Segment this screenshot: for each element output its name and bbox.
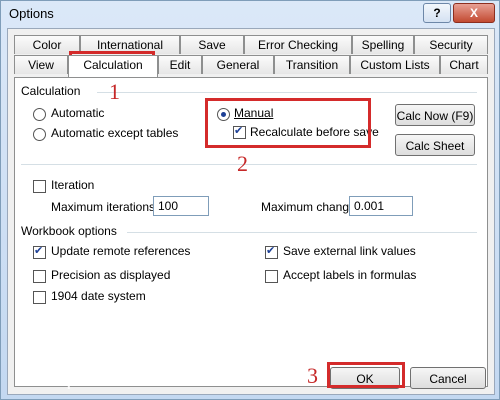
calc-now-button[interactable]: Calc Now (F9) (395, 104, 475, 126)
precision-as-displayed-checkbox[interactable] (33, 270, 46, 283)
divider (21, 164, 477, 165)
watermark-logo: Taimienphi.vn (15, 373, 109, 389)
max-iterations-label: Maximum iterations: (51, 200, 159, 214)
max-iterations-input[interactable]: 100 (153, 196, 209, 216)
calc-sheet-button[interactable]: Calc Sheet (395, 134, 475, 156)
help-button[interactable]: ? (423, 3, 451, 23)
tab-view[interactable]: View (14, 55, 68, 74)
accept-labels-in-formulas-checkbox[interactable] (265, 270, 278, 283)
workbook-options-section-label: Workbook options (21, 224, 117, 238)
divider (127, 232, 477, 233)
tab-edit[interactable]: Edit (158, 55, 202, 74)
window-title: Options (9, 6, 54, 21)
cancel-button[interactable]: Cancel (410, 367, 486, 389)
max-change-label: Maximum change: (261, 200, 360, 214)
accept-labels-in-formulas-label: Accept labels in formulas (283, 268, 417, 282)
tab-spelling[interactable]: Spelling (352, 35, 414, 54)
tab-custom-lists[interactable]: Custom Lists (350, 55, 440, 74)
annotation-number-2: 2 (237, 151, 248, 176)
title-bar: Options ? X (1, 1, 499, 27)
tab-calculation[interactable]: Calculation (68, 55, 158, 77)
dialog-body: Color International Save Error Checking … (7, 28, 495, 395)
options-dialog: Options ? X Color International Save Err… (0, 0, 500, 400)
ok-button-highlight (327, 362, 405, 388)
divider (97, 92, 477, 93)
save-external-link-values-checkbox[interactable] (265, 244, 278, 259)
max-change-input[interactable]: 0.001 (349, 196, 413, 216)
close-button[interactable]: X (453, 3, 495, 23)
help-icon: ? (433, 6, 441, 20)
update-remote-references-checkbox[interactable] (33, 244, 46, 259)
update-remote-references-label: Update remote references (51, 244, 191, 258)
annotation-number-1: 1 (109, 79, 120, 104)
date-1904-checkbox[interactable] (33, 291, 46, 304)
calculation-section-label: Calculation (21, 84, 81, 98)
automatic-except-tables-radio[interactable] (33, 128, 46, 141)
close-icon: X (469, 6, 478, 20)
tab-error-checking[interactable]: Error Checking (244, 35, 352, 54)
automatic-except-tables-label: Automatic except tables (51, 126, 179, 140)
tab-chart[interactable]: Chart (440, 55, 488, 74)
precision-as-displayed-label: Precision as displayed (51, 268, 171, 282)
automatic-label: Automatic (51, 106, 105, 120)
tab-general[interactable]: General (202, 55, 274, 74)
automatic-radio[interactable] (33, 108, 46, 121)
date-1904-label: 1904 date system (51, 289, 146, 303)
save-external-link-values-label: Save external link values (283, 244, 416, 258)
tab-transition[interactable]: Transition (274, 55, 350, 74)
tab-save[interactable]: Save (180, 35, 244, 54)
iteration-checkbox[interactable] (33, 180, 46, 193)
manual-options-highlight (205, 98, 371, 148)
annotation-number-3: 3 (307, 363, 318, 388)
iteration-label: Iteration (51, 178, 95, 192)
tab-security[interactable]: Security (414, 35, 488, 54)
